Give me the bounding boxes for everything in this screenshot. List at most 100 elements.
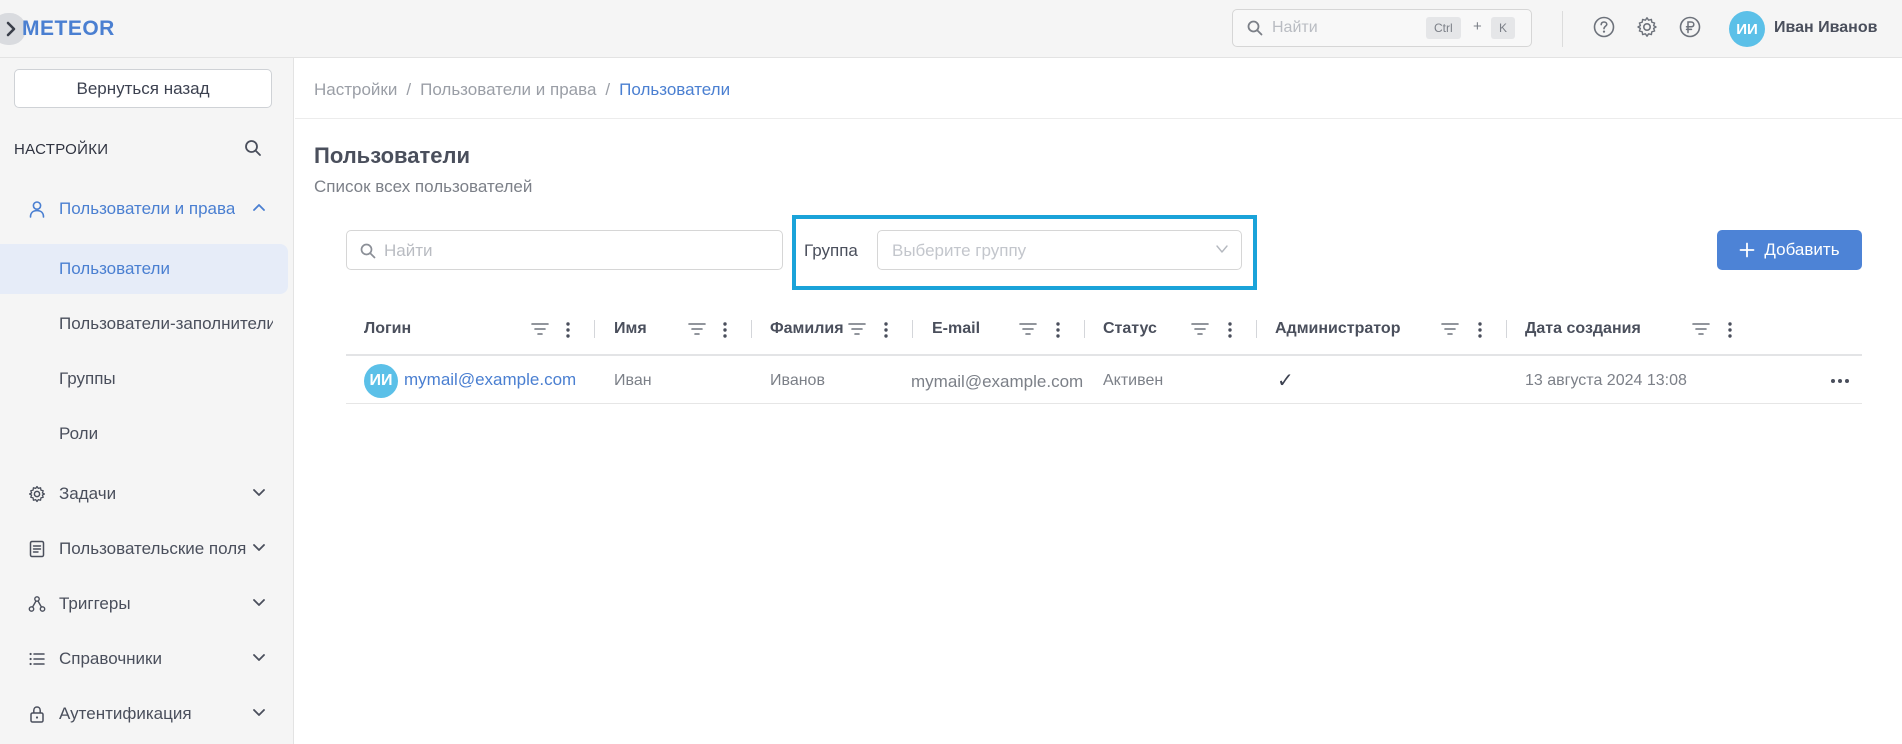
sidebar-subitem-roles[interactable]: Роли: [0, 409, 288, 459]
sidebar-subitem-users[interactable]: Пользователи: [0, 244, 288, 294]
column-resize-handle[interactable]: [1506, 320, 1507, 338]
gear-icon: [28, 485, 46, 503]
chevron-up-icon: [253, 204, 265, 211]
column-menu-icon[interactable]: [565, 321, 571, 339]
ruble-icon[interactable]: [1679, 16, 1701, 38]
page-subtitle: Список всех пользователей: [314, 177, 533, 196]
sidebar-item-users-and-rights[interactable]: Пользователи и права: [0, 184, 288, 234]
breadcrumb-separator: /: [605, 80, 611, 99]
sidebar-item-label: Пользователи и права: [59, 199, 235, 218]
global-search-input[interactable]: Найти Ctrl + K: [1232, 9, 1532, 47]
add-user-button[interactable]: Добавить: [1717, 230, 1862, 270]
sidebar-section-title: НАСТРОЙКИ: [14, 141, 109, 158]
column-menu-icon[interactable]: [1477, 321, 1483, 339]
user-name[interactable]: Иван Иванов: [1774, 19, 1877, 37]
plus-icon: [1740, 242, 1755, 258]
filter-icon[interactable]: [1441, 321, 1459, 337]
sidebar-item-directories[interactable]: Справочники: [0, 634, 288, 684]
sidebar-subitem-placeholder-users[interactable]: Пользователи-заполнители: [0, 299, 288, 349]
sidebar: Вернуться назад НАСТРОЙКИ Пользователи и…: [0, 58, 294, 744]
breadcrumb-item-users-and-rights[interactable]: Пользователи и права: [420, 80, 596, 99]
sidebar-subitem-label: Группы: [59, 369, 116, 388]
list-icon: [29, 652, 45, 666]
user-avatar[interactable]: ИИ: [1729, 11, 1765, 47]
back-button[interactable]: Вернуться назад: [14, 69, 272, 108]
help-icon[interactable]: [1593, 16, 1615, 38]
topbar-divider: [1562, 11, 1563, 47]
chevron-down-icon: [253, 709, 265, 716]
row-last-name: Иванов: [770, 372, 825, 389]
sidebar-item-authentication[interactable]: Аутентификация: [0, 689, 288, 739]
user-icon: [29, 201, 45, 218]
column-menu-icon[interactable]: [1055, 321, 1061, 339]
group-select[interactable]: Выберите группу: [877, 230, 1242, 270]
sidebar-subitem-groups[interactable]: Группы: [0, 354, 288, 404]
top-bar: METEOR Найти Ctrl + K ИИ Иван Иванов: [0, 0, 1902, 58]
column-header-first-name[interactable]: Имя: [614, 320, 647, 338]
column-resize-handle[interactable]: [751, 320, 752, 338]
breadcrumb-item-settings[interactable]: Настройки: [314, 80, 397, 99]
sidebar-item-custom-fields[interactable]: Пользовательские поля: [0, 524, 288, 574]
sidebar-item-label: Справочники: [59, 649, 162, 668]
column-resize-handle[interactable]: [1256, 320, 1257, 338]
users-search-input[interactable]: Найти: [346, 230, 783, 270]
page-title: Пользователи: [314, 143, 471, 168]
group-filter-label: Группа: [804, 241, 858, 260]
filter-icon[interactable]: [688, 321, 706, 337]
table-row-divider: [346, 403, 1862, 404]
row-status: Активен: [1103, 372, 1164, 389]
row-email: mymail@example.com: [911, 372, 1084, 391]
table-header-divider: [346, 354, 1862, 356]
lock-icon: [30, 706, 44, 723]
search-icon: [1247, 20, 1263, 36]
global-search-placeholder: Найти: [1272, 19, 1318, 36]
row-actions-icon[interactable]: [1830, 378, 1850, 384]
column-resize-handle[interactable]: [1084, 320, 1085, 338]
column-menu-icon[interactable]: [883, 321, 889, 339]
filter-icon[interactable]: [848, 321, 866, 337]
gear-icon[interactable]: [1636, 16, 1658, 38]
column-header-created[interactable]: Дата создания: [1525, 320, 1641, 338]
filter-icon[interactable]: [1019, 321, 1037, 337]
row-avatar: ИИ: [364, 364, 398, 398]
column-resize-handle[interactable]: [594, 320, 595, 338]
column-menu-icon[interactable]: [722, 321, 728, 339]
row-first-name: Иван: [614, 372, 652, 389]
column-header-last-name[interactable]: Фамилия: [770, 320, 844, 338]
users-search-placeholder: Найти: [384, 241, 433, 260]
column-resize-handle[interactable]: [912, 320, 913, 338]
sidebar-item-triggers[interactable]: Триггеры: [0, 579, 288, 629]
row-created-date: 13 августа 2024 13:08: [1525, 372, 1687, 389]
sidebar-subitem-label: Роли: [59, 424, 99, 443]
row-admin-check-icon: ✓: [1277, 370, 1294, 392]
row-login-link[interactable]: mymail@example.com: [404, 370, 576, 390]
filter-icon[interactable]: [531, 321, 549, 337]
shortcut-ctrl-key: Ctrl: [1426, 17, 1461, 39]
breadcrumb: Настройки / Пользователи и права / Пользоват…: [314, 80, 730, 100]
breadcrumb-item-current: Пользователи: [619, 80, 731, 99]
sidebar-item-label: Триггеры: [59, 594, 131, 613]
column-menu-icon[interactable]: [1727, 321, 1733, 339]
sidebar-subitem-label: Пользователи-заполнители: [59, 314, 273, 333]
sidebar-item-label: Аутентификация: [59, 704, 192, 723]
column-header-login[interactable]: Логин: [364, 320, 411, 338]
add-user-label: Добавить: [1764, 240, 1840, 259]
column-header-email[interactable]: E-mail: [932, 320, 980, 338]
sidebar-item-tasks[interactable]: Задачи: [0, 469, 288, 519]
filter-icon[interactable]: [1191, 321, 1209, 337]
sidebar-item-label: Пользовательские поля: [59, 539, 247, 558]
column-header-admin[interactable]: Администратор: [1275, 320, 1400, 338]
chevron-down-icon: [1216, 245, 1228, 253]
shortcut-k-key: K: [1491, 17, 1516, 39]
app-logo[interactable]: METEOR: [22, 17, 115, 41]
chevron-down-icon: [253, 489, 265, 496]
filter-icon[interactable]: [1692, 321, 1710, 337]
sidebar-item-label: Задачи: [59, 484, 117, 503]
header-divider: [295, 118, 1902, 119]
shortcut-plus: +: [1473, 18, 1482, 35]
breadcrumb-separator: /: [406, 80, 412, 99]
column-menu-icon[interactable]: [1227, 321, 1233, 339]
column-header-status[interactable]: Статус: [1103, 320, 1157, 338]
search-icon[interactable]: [244, 139, 262, 157]
sidebar-subitem-label: Пользователи: [59, 259, 170, 278]
